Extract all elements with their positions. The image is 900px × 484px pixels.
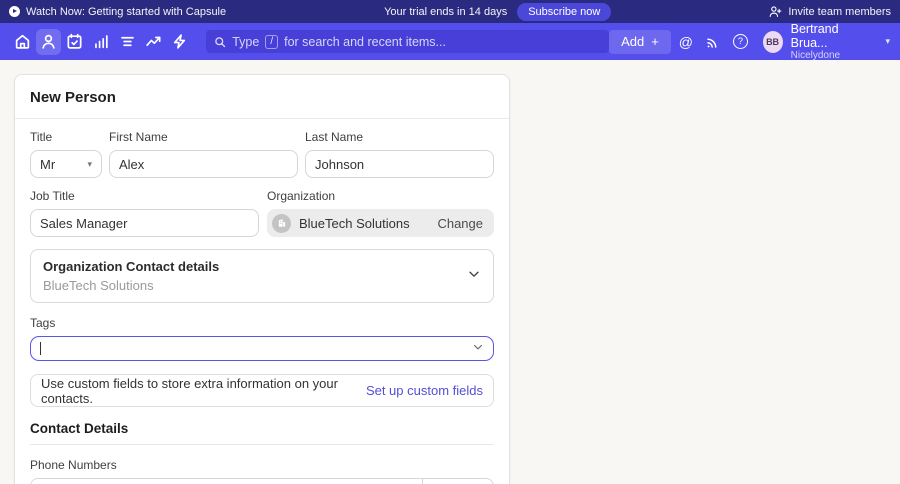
search-placeholder-prefix: Type: [232, 35, 259, 49]
chevron-down-icon: [472, 340, 484, 358]
main-navbar: Type / for search and recent items... Ad…: [0, 23, 900, 60]
bar-chart-icon[interactable]: [89, 29, 114, 55]
first-name-label: First Name: [109, 130, 298, 144]
phone-type-select[interactable]: Mobile ▾: [422, 479, 493, 484]
trial-countdown-text: Your trial ends in 14 days: [384, 6, 507, 18]
invite-team-members-link[interactable]: Invite team members: [769, 5, 891, 18]
last-name-label: Last Name: [305, 130, 494, 144]
text-cursor: [40, 342, 41, 355]
job-title-label: Job Title: [30, 189, 259, 203]
play-icon: [9, 6, 20, 17]
question-glyph: ?: [733, 34, 748, 49]
page-content: New Person Title Mr ▾ First Name Last Na…: [0, 60, 900, 484]
add-button[interactable]: Add +: [609, 30, 671, 54]
tags-label: Tags: [30, 316, 494, 330]
tasks-list-icon[interactable]: [115, 29, 140, 55]
org-details-title: Organization Contact details: [43, 259, 467, 274]
custom-fields-banner: Use custom fields to store extra informa…: [30, 374, 494, 407]
building-icon: [277, 218, 287, 228]
person-icon[interactable]: [36, 29, 61, 55]
add-button-label: Add: [621, 34, 644, 49]
avatar: BB: [763, 31, 783, 53]
subscribe-now-button[interactable]: Subscribe now: [517, 3, 611, 21]
page-title: New Person: [30, 75, 494, 118]
new-person-card: New Person Title Mr ▾ First Name Last Na…: [14, 74, 510, 484]
set-up-custom-fields-link[interactable]: Set up custom fields: [366, 383, 483, 398]
divider: [30, 444, 494, 445]
title-select-value: Mr: [40, 157, 55, 172]
phone-numbers-label: Phone Numbers: [30, 458, 494, 472]
organization-contact-details-toggle[interactable]: Organization Contact details BlueTech So…: [30, 249, 494, 303]
bolt-icon[interactable]: [167, 29, 192, 55]
tags-input[interactable]: [30, 336, 494, 361]
help-icon[interactable]: ?: [728, 29, 752, 55]
name-row: Title Mr ▾ First Name Last Name: [30, 130, 494, 178]
announcement-bar: Watch Now: Getting started with Capsule …: [0, 0, 900, 23]
first-name-field[interactable]: [109, 150, 298, 178]
search-placeholder-suffix: for search and recent items...: [284, 35, 446, 49]
contact-details-heading: Contact Details: [30, 421, 494, 436]
chevron-down-icon: [467, 267, 481, 286]
organization-avatar: [272, 214, 291, 233]
at-glyph: @: [679, 34, 693, 50]
job-org-row: Job Title Organization BlueTech Solution…: [30, 189, 494, 237]
org-details-subtitle: BlueTech Solutions: [43, 278, 467, 293]
organization-label: Organization: [267, 189, 494, 203]
phone-number-group: Mobile ▾: [30, 478, 494, 484]
user-menu[interactable]: BB Bertrand Brua... Nicelydone ▾: [763, 22, 891, 61]
home-icon[interactable]: [10, 29, 35, 55]
watch-now-label: Watch Now: Getting started with Capsule: [26, 6, 226, 18]
person-plus-icon: [769, 5, 782, 18]
trend-icon[interactable]: [141, 29, 166, 55]
user-name: Bertrand Brua...: [791, 22, 872, 50]
last-name-field[interactable]: [305, 150, 494, 178]
organization-value: BlueTech Solutions: [299, 216, 429, 231]
title-label: Title: [30, 130, 102, 144]
organization-field: BlueTech Solutions Change: [267, 209, 494, 237]
title-select[interactable]: Mr ▾: [30, 150, 102, 178]
slash-key-badge: /: [265, 35, 278, 49]
chevron-down-icon: ▾: [885, 36, 890, 47]
tags-section: Tags: [30, 316, 494, 361]
change-organization-link[interactable]: Change: [437, 216, 483, 231]
custom-fields-text: Use custom fields to store extra informa…: [41, 376, 366, 406]
calendar-icon[interactable]: [62, 29, 87, 55]
phone-number-field[interactable]: [31, 479, 422, 484]
search-icon: [214, 36, 226, 48]
job-title-field[interactable]: [30, 209, 259, 237]
broadcast-icon[interactable]: [701, 29, 725, 55]
mentions-icon[interactable]: @: [674, 29, 698, 55]
watch-now-link[interactable]: Watch Now: Getting started with Capsule: [9, 6, 226, 18]
plus-icon: +: [651, 34, 659, 49]
search-input[interactable]: Type / for search and recent items...: [206, 30, 609, 53]
divider: [15, 118, 509, 119]
invite-team-members-label: Invite team members: [788, 6, 891, 18]
caret-down-icon: ▾: [87, 159, 92, 170]
